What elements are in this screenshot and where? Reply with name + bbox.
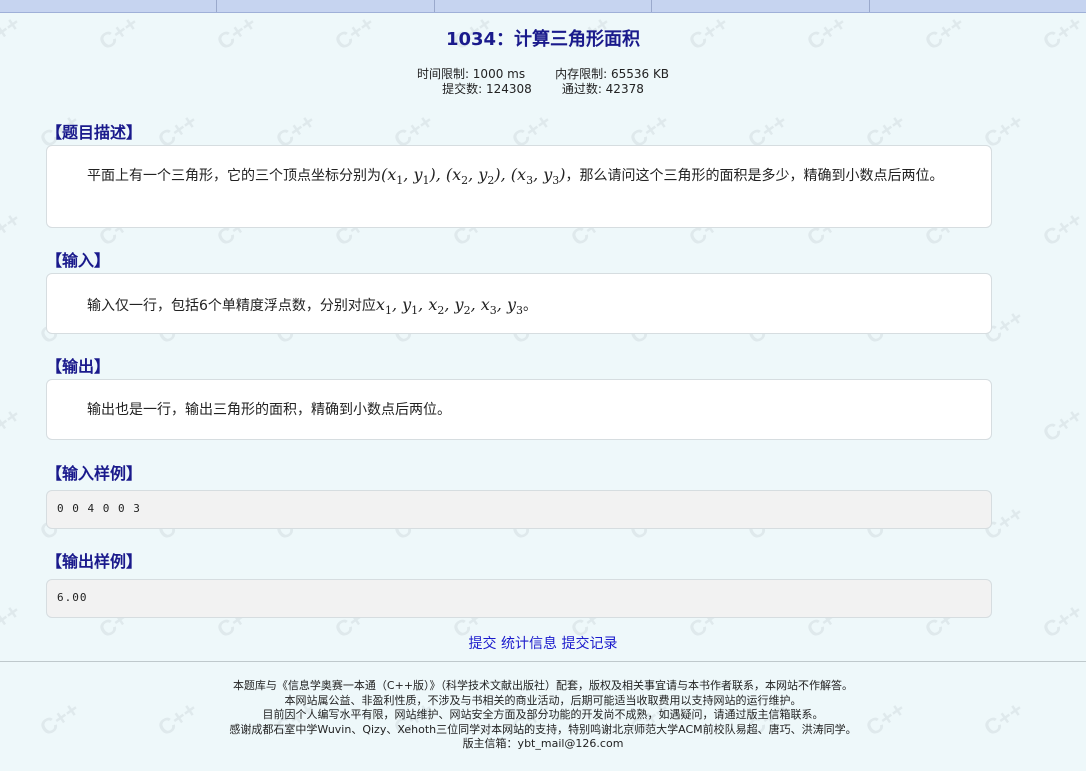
footer-line-5: 版主信箱：ybt_mail@126.com bbox=[462, 737, 624, 750]
sample-input-text: 0 0 4 0 0 3 bbox=[57, 502, 141, 515]
records-link[interactable]: 提交记录 bbox=[561, 636, 617, 652]
submission-count: 提交数: 124308 bbox=[442, 82, 532, 96]
action-links: 提交 统计信息 提交记录 bbox=[0, 633, 1086, 653]
footer-line-3: 目前因个人编写水平有限，网站维护、网站安全方面及部分功能的开发尚不成熟，如遇疑问… bbox=[262, 708, 824, 721]
submit-link[interactable]: 提交 bbox=[469, 636, 497, 652]
problem-meta: 时间限制: 1000 ms 内存限制: 65536 KB 提交数: 124308 通… bbox=[0, 67, 1086, 97]
problem-title: 1034：计算三角形面积 bbox=[445, 29, 641, 50]
input-heading: 【输入】 bbox=[46, 251, 111, 270]
watermark-text: C++ bbox=[0, 206, 25, 251]
nav-tab[interactable] bbox=[870, 0, 1086, 12]
output-box: 输出也是一行，输出三角形的面积，精确到小数点后两位。 bbox=[46, 379, 992, 440]
input-box: 输入仅一行，包括6个单精度浮点数，分别对应x1, y1, x2, y2, x3,… bbox=[46, 273, 992, 334]
sample-input-heading: 【输入样例】 bbox=[46, 464, 143, 483]
accepted-count: 通过数: 42378 bbox=[561, 82, 644, 96]
sample-output-box[interactable]: 6.00 bbox=[46, 579, 992, 618]
sample-output-heading: 【输出样例】 bbox=[46, 552, 143, 571]
footer-line-2: 本网站属公益、非盈利性质，不涉及与书相关的商业活动，后期可能适当收取费用以支持网… bbox=[284, 693, 802, 707]
input-variables: x1, y1, x2, y2, x3, y3 bbox=[375, 295, 523, 318]
footer-line-4: 感谢成都石室中学Wuvin、Qizy、Xehoth三位同学对本网站的支持，特别鸣… bbox=[229, 722, 857, 736]
nav-tab[interactable] bbox=[435, 0, 653, 12]
nav-tab[interactable] bbox=[652, 0, 870, 12]
time-limit: 时间限制: 1000 ms bbox=[416, 67, 526, 81]
nav-tab[interactable] bbox=[217, 0, 435, 12]
description-box: 平面上有一个三角形，它的三个顶点坐标分别为(x1, y1), (x2, y2),… bbox=[46, 145, 992, 228]
stats-link[interactable]: 统计信息 bbox=[501, 636, 557, 652]
watermark-text: C++ bbox=[1038, 206, 1086, 251]
watermark-text: C++ bbox=[1038, 402, 1086, 447]
nav-tab[interactable] bbox=[0, 0, 218, 12]
problem-content: 1034：计算三角形面积 时间限制: 1000 ms 内存限制: 65536 KB… bbox=[0, 13, 1086, 97]
output-text: 输出也是一行，输出三角形的面积，精确到小数点后两位。 bbox=[87, 402, 451, 418]
description-heading: 【题目描述】 bbox=[46, 123, 143, 142]
footer-line-1: 本题库与《信息学奥赛一本通（C++版）》（科学技术文献出版社）配套，版权及相关事… bbox=[232, 679, 854, 692]
output-heading: 【输出】 bbox=[46, 357, 111, 376]
watermark-text: C++ bbox=[0, 402, 25, 447]
top-nav-bar[interactable] bbox=[0, 0, 1086, 13]
memory-limit: 内存限制: 65536 KB bbox=[555, 67, 670, 81]
description-text: 平面上有一个三角形，它的三个顶点坐标分别为(x1, y1), (x2, y2),… bbox=[87, 165, 944, 188]
sample-input-box[interactable]: 0 0 4 0 0 3 bbox=[46, 490, 992, 529]
footer-divider bbox=[0, 661, 1086, 662]
sample-output-text: 6.00 bbox=[57, 591, 88, 604]
footer: 本题库与《信息学奥赛一本通（C++版）》（科学技术文献出版社）配套，版权及相关事… bbox=[0, 679, 1086, 752]
vertex-coordinates: (x1, y1), (x2, y2), (x3, y3) bbox=[381, 165, 566, 188]
input-text: 输入仅一行，包括6个单精度浮点数，分别对应x1, y1, x2, y2, x3,… bbox=[87, 295, 537, 318]
